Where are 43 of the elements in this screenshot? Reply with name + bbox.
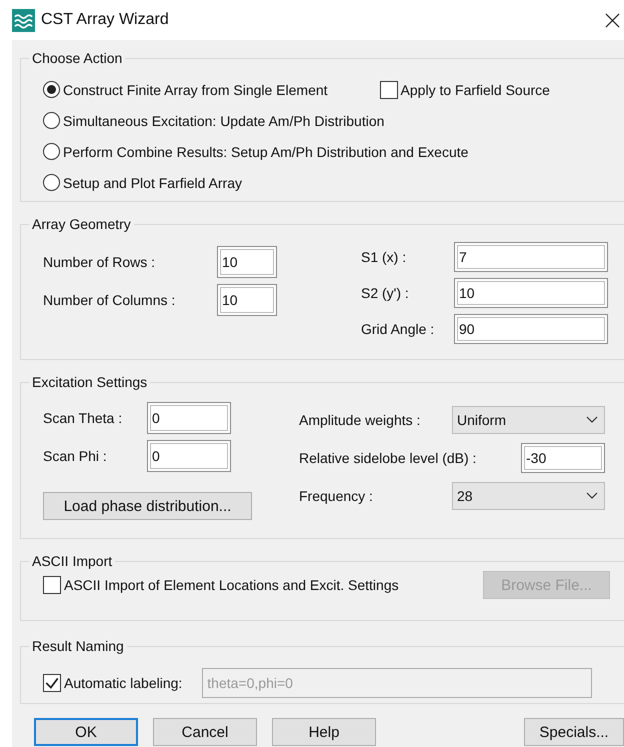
checkbox[interactable]: ASCII Import of Element Locations and Excit. Settings [43, 576, 399, 594]
dialog-button[interactable]: Help [272, 718, 376, 746]
load-button[interactable]: Load phase distribution... [43, 492, 252, 520]
input-field[interactable]: -30 [521, 443, 605, 473]
field-label: Scan Phi : [43, 448, 108, 464]
radio-option[interactable]: Perform Combine Results: Setup Am/Ph Distribution and Execute [43, 143, 468, 160]
close-icon[interactable] [605, 12, 620, 28]
field-label: Number of Columns : [43, 292, 176, 308]
group-title: Excitation Settings [31, 374, 148, 390]
waves-icon [12, 8, 35, 32]
radio-option[interactable]: Construct Finite Array from Single Element [43, 81, 328, 98]
input-field[interactable]: 0 [147, 402, 231, 434]
window-title: CST Array Wizard [41, 11, 169, 29]
dialog-button[interactable]: Specials... [524, 718, 624, 746]
field-label: Number of Rows : [43, 254, 156, 270]
field-label: S2 (y') : [361, 285, 410, 301]
group-title: Array Geometry [31, 216, 132, 232]
group-title: ASCII Import [31, 553, 114, 569]
input-field[interactable]: 0 [147, 440, 231, 472]
chevron-icon [586, 416, 598, 424]
checkbox[interactable]: Automatic labeling: [43, 674, 182, 692]
field-label: S1 (x) : [361, 249, 408, 265]
input-field[interactable]: 10 [454, 278, 608, 308]
input-field[interactable]: 7 [454, 242, 608, 272]
checkbox[interactable]: Apply to Farfield Source [380, 80, 550, 98]
field-label: Amplitude weights : [299, 412, 420, 428]
input-field[interactable]: 90 [454, 314, 608, 344]
radio-option[interactable]: Simultaneous Excitation: Update Am/Ph Distribution [43, 112, 384, 129]
input-field[interactable]: 10 [217, 284, 277, 316]
dialog-button[interactable]: OK [34, 718, 138, 746]
checkmark-icon [44, 675, 60, 691]
field-label: Scan Theta : [43, 410, 124, 426]
dropdown[interactable]: 28 [452, 482, 605, 510]
chevron-icon [586, 492, 598, 500]
radio-option[interactable]: Setup and Plot Farfield Array [43, 174, 242, 191]
field-label: Frequency : [299, 488, 373, 504]
group-title: Choose Action [31, 50, 124, 66]
input-field[interactable]: 10 [217, 246, 277, 278]
field-label: Relative sidelobe level (dB) : [299, 450, 476, 466]
dialog-button[interactable]: Cancel [153, 718, 257, 746]
dropdown[interactable]: Uniform [452, 406, 605, 434]
field-label: Grid Angle : [361, 321, 436, 337]
group-title: Result Naming [31, 638, 125, 654]
